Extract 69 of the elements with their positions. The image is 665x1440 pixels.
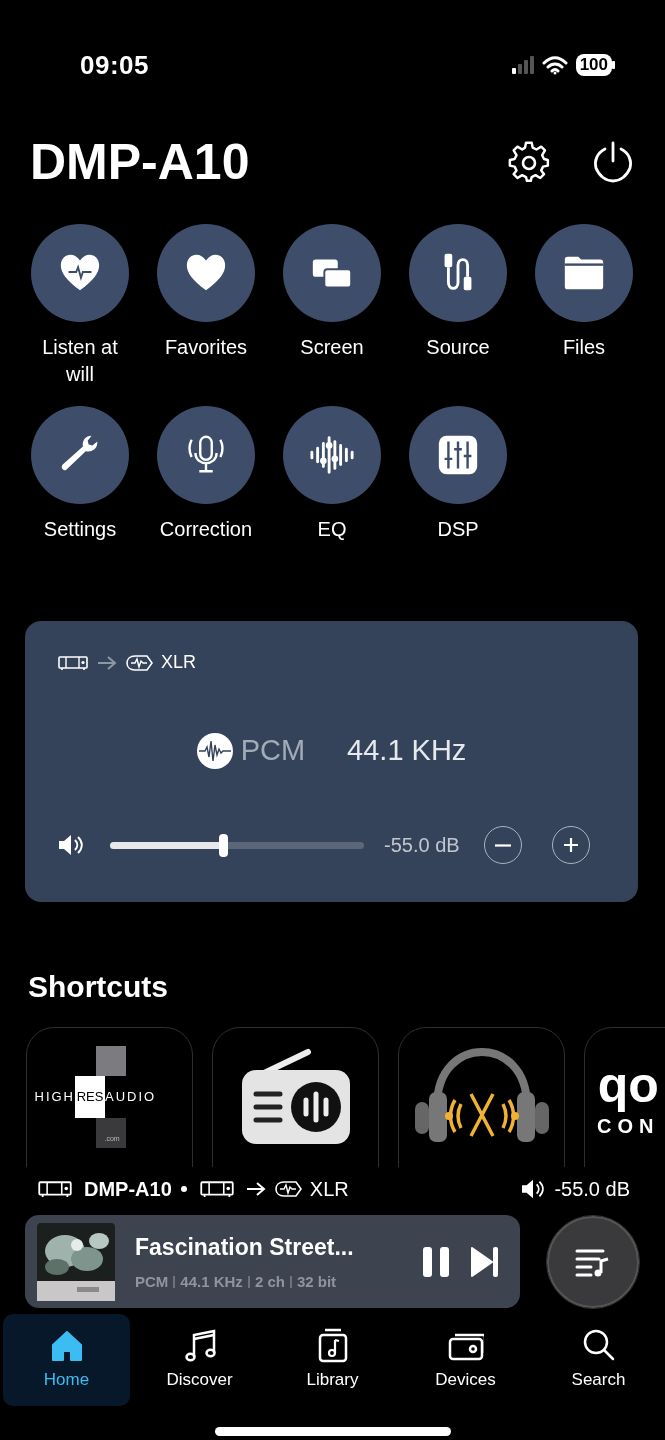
power-icon (591, 140, 635, 184)
speaker-icon (520, 1178, 547, 1200)
format-label: PCM (240, 733, 306, 769)
shortcut-tile[interactable] (398, 1027, 565, 1167)
separator-icon (173, 1275, 176, 1288)
tab-item[interactable]: Devices (402, 1314, 529, 1406)
separator-icon (289, 1275, 292, 1288)
minus-icon (494, 843, 511, 847)
track-title: Fascination Street... (135, 1233, 355, 1262)
separator-dot-icon (179, 1185, 188, 1193)
volume-slider[interactable] (110, 833, 364, 857)
logo-block (95, 1046, 126, 1076)
action-label: Screen (300, 335, 364, 360)
output-name: XLR (161, 651, 196, 674)
shortcut-tile[interactable]: qo CON (584, 1027, 665, 1167)
power-button[interactable] (591, 140, 635, 184)
track-detail: 2 ch (254, 1271, 285, 1292)
logo-text: AUDIO (105, 1088, 157, 1107)
plus-icon (561, 836, 580, 854)
arrow-icon (97, 655, 117, 670)
logo-block (95, 1118, 126, 1148)
action-label: EQ (317, 517, 347, 542)
action-label: Settings (43, 517, 117, 542)
tab-item[interactable]: Search (535, 1314, 662, 1406)
xlr-output-icon (125, 652, 153, 673)
shortcut-tile[interactable] (212, 1027, 379, 1167)
settings-icon (507, 140, 551, 184)
section-title: Shortcuts (28, 969, 169, 1005)
next-button[interactable] (470, 1245, 500, 1278)
battery-tip-icon (612, 61, 615, 69)
sample-rate: 44.1 KHz (347, 733, 467, 769)
tab-item[interactable]: Library (269, 1314, 396, 1406)
play-pause-button[interactable] (422, 1245, 450, 1278)
signal-icon (511, 56, 534, 74)
pause-icon (422, 1245, 450, 1278)
logo-text: RES (75, 1076, 105, 1118)
status-time: 09:05 (80, 48, 149, 82)
action-label: Files (562, 335, 606, 360)
slider-thumb[interactable] (219, 833, 228, 857)
xlr-output-icon (273, 1179, 302, 1199)
logo-text: CON (597, 1114, 660, 1138)
battery-level: 100 (575, 54, 612, 76)
action-label: DSP (437, 517, 479, 542)
device-title: DMP-A10 (30, 132, 250, 192)
wifi-icon (541, 55, 568, 75)
action-label: Source (426, 335, 490, 360)
volume-reading: -55.0 dB (554, 1177, 630, 1202)
action-label: Correction (159, 517, 253, 542)
speaker-icon (57, 833, 85, 857)
logo-text: qo (597, 1056, 660, 1114)
volume-reading: -55.0 dB (384, 833, 460, 858)
waveform-icon (196, 733, 233, 769)
player-icon (57, 654, 89, 671)
device-name: DMP-A10 (84, 1177, 172, 1202)
radio-icon (239, 1048, 352, 1146)
track-detail: PCM (135, 1271, 169, 1292)
tab-item[interactable]: Discover (136, 1314, 263, 1406)
skip-next-icon (470, 1245, 500, 1278)
action-label: Favorites (164, 335, 248, 360)
arrow-icon (245, 1182, 266, 1196)
separator-icon (247, 1275, 250, 1288)
track-detail: 44.1 KHz (180, 1271, 243, 1292)
logo-text: HIGH (34, 1088, 75, 1107)
mini-player[interactable]: Fascination Street... PCM 44.1 KHz 2 ch 32 bit (25, 1215, 520, 1308)
track-detail: 32 bit (296, 1271, 337, 1292)
action-label: Listen at will (41, 335, 119, 387)
tab-item[interactable]: Home (3, 1314, 130, 1406)
settings-button[interactable] (507, 140, 551, 184)
output-name: XLR (309, 1177, 349, 1202)
